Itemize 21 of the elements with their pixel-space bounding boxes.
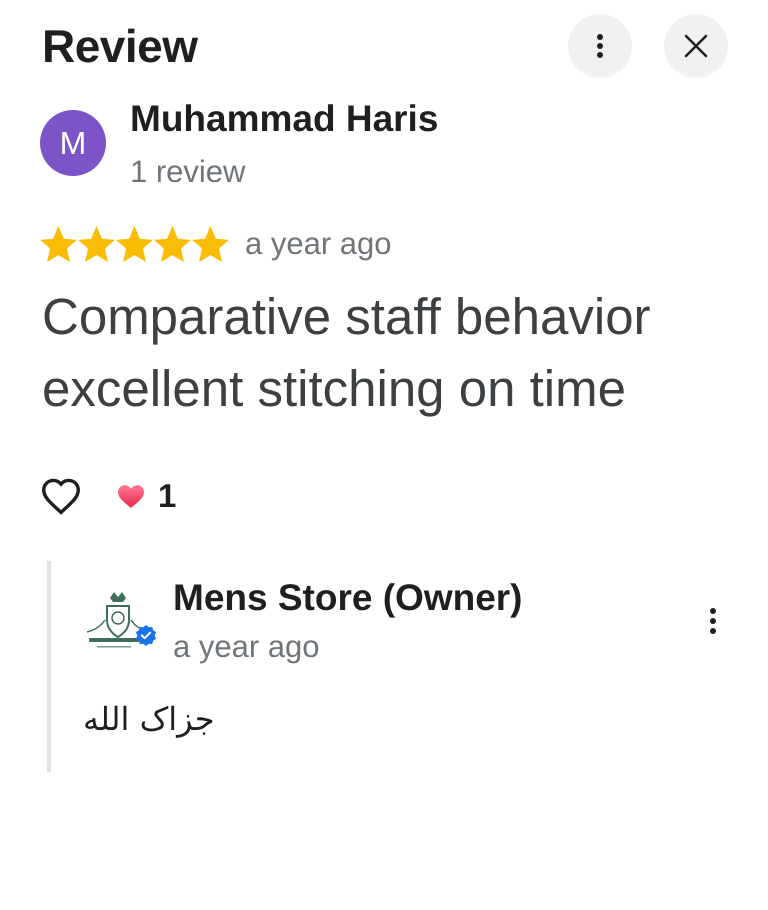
- heart-emoji-icon: [118, 484, 144, 508]
- reaction-count: 1: [158, 477, 176, 515]
- star-icon: [78, 226, 115, 262]
- review-text: Comparative staff behavior excellent stitching on time: [42, 287, 652, 419]
- more-icon: [710, 608, 716, 634]
- heart-icon: [40, 477, 82, 515]
- star-icon: [116, 226, 153, 262]
- reply-text: جزاک الله: [83, 700, 215, 738]
- close-icon: [684, 34, 708, 58]
- owner-name[interactable]: Mens Store (Owner): [173, 577, 686, 619]
- more-icon: [597, 34, 603, 58]
- star-icon: [40, 226, 77, 262]
- like-button[interactable]: [40, 477, 82, 515]
- star-icon: [154, 226, 191, 262]
- reviewer-avatar[interactable]: M: [40, 110, 106, 176]
- star-icon: [192, 226, 229, 262]
- reply-time: a year ago: [173, 629, 320, 665]
- reviewer-name[interactable]: Muhammad Haris: [130, 98, 438, 140]
- review-time: a year ago: [245, 226, 392, 262]
- panel-title: Review: [42, 19, 198, 73]
- review-count: 1 review: [130, 154, 246, 190]
